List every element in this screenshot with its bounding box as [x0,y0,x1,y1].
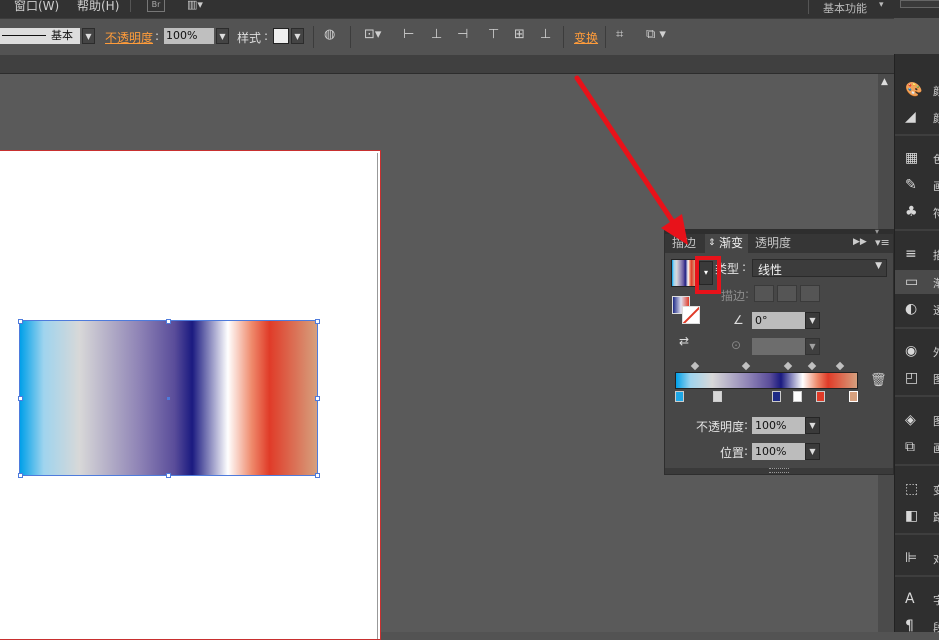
annotation-highlight-box [695,256,721,294]
annotation-arrow [574,75,688,245]
